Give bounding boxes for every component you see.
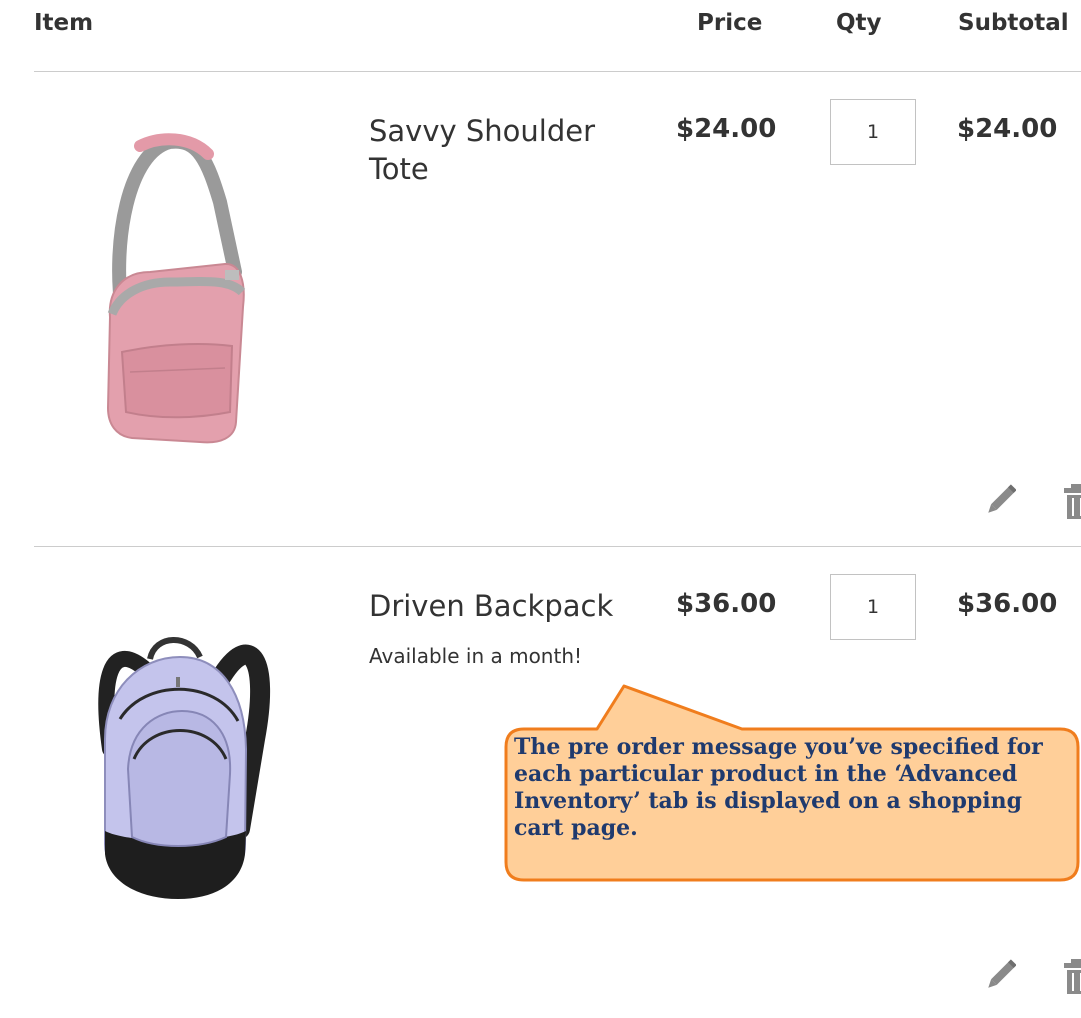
trash-icon[interactable]	[1062, 480, 1081, 520]
column-header-qty: Qty	[836, 10, 882, 36]
trash-icon[interactable]	[1062, 955, 1081, 995]
preorder-message: Available in a month!	[369, 644, 583, 668]
column-header-subtotal: Subtotal	[958, 10, 1069, 36]
product-name-link[interactable]: Savvy Shoulder Tote	[369, 112, 639, 188]
item-price: $36.00	[676, 589, 777, 619]
cart-item-row: Savvy Shoulder Tote $24.00 $24.00	[0, 72, 1081, 546]
item-subtotal: $36.00	[957, 589, 1058, 619]
item-subtotal: $24.00	[957, 114, 1058, 144]
pencil-icon[interactable]	[986, 480, 1016, 520]
qty-input[interactable]	[830, 99, 916, 165]
product-image-shoulder-tote[interactable]	[50, 132, 290, 452]
pencil-icon[interactable]	[986, 955, 1016, 995]
product-image-backpack[interactable]	[50, 599, 290, 919]
column-header-item: Item	[34, 10, 94, 36]
product-name-link[interactable]: Driven Backpack	[369, 587, 639, 625]
qty-input[interactable]	[830, 574, 916, 640]
column-header-price: Price	[697, 10, 763, 36]
item-price: $24.00	[676, 114, 777, 144]
callout-text: The pre order message you’ve specified f…	[514, 734, 1043, 841]
